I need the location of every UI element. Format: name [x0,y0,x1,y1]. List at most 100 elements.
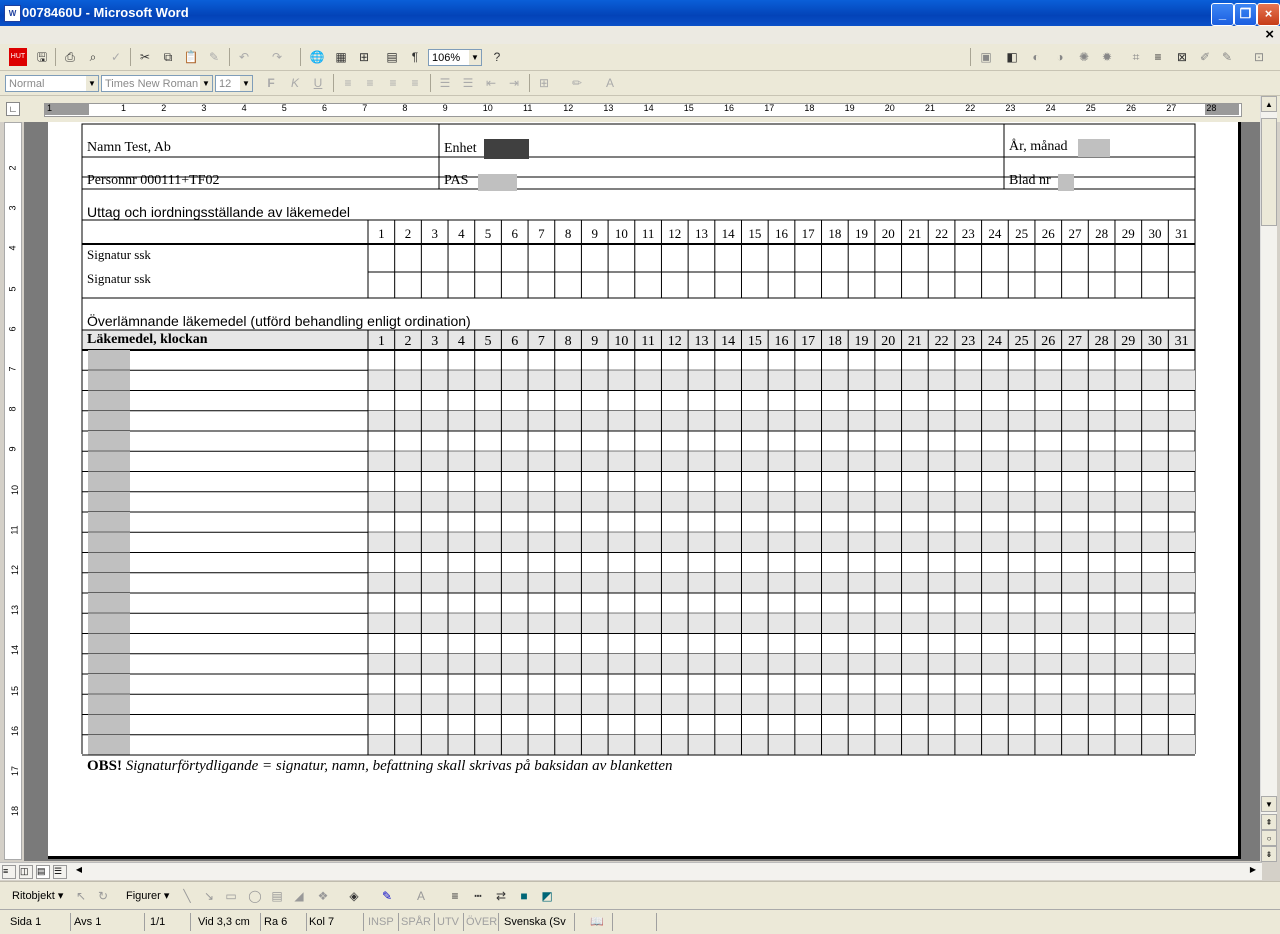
maximize-button[interactable]: ❐ [1234,3,1257,26]
pas-field[interactable] [478,174,517,191]
status-rec[interactable]: INSP [368,913,399,931]
bold-icon[interactable]: F [262,74,280,92]
previous-page-icon[interactable]: ⇞ [1261,814,1277,830]
oval-icon[interactable]: ◯ [246,887,264,905]
print-icon[interactable]: ⎙ [61,48,79,66]
chevron-down-icon[interactable]: ▼ [86,76,98,91]
status-ext[interactable]: UTV [437,913,464,931]
text-wrap-icon[interactable]: ⊡ [1250,48,1268,66]
contrast-icon[interactable]: ◐ [1027,48,1045,66]
select-browse-object-icon[interactable]: ○ [1261,830,1277,846]
reset-picture-icon[interactable]: ✎ [1218,48,1236,66]
vertical-scrollbar[interactable]: ▲ ▼ ⇞ ○ ⇟ [1260,96,1277,862]
word-doc-icon[interactable]: W [4,5,21,22]
outline-view-icon[interactable]: ☰ [53,865,67,879]
font-color-icon[interactable]: A [601,74,619,92]
less-brightness-icon[interactable]: ✹ [1098,48,1116,66]
format-picture-icon[interactable]: ⊠ [1173,48,1191,66]
increase-indent-icon[interactable]: ⇥ [505,74,523,92]
line-style-draw-icon[interactable]: ≡ [446,887,464,905]
hyperlink-icon[interactable]: 🌐 [308,48,326,66]
status-trk[interactable]: SPÅR [401,913,435,931]
help-icon[interactable]: ? [488,48,506,66]
status-language[interactable]: Svenska (Sv [504,913,575,931]
3d-icon[interactable]: ◩ [538,887,556,905]
cut-icon[interactable]: ✂ [136,48,154,66]
picture-icon[interactable]: ▣ [977,48,995,66]
normal-view-icon[interactable]: ≡ [2,865,16,879]
horizontal-ruler[interactable]: ∟ 1 1 2 3 4 5 6 7 8 9 10 11 12 13 14 15 16 17 18 19 20 21 22 23… [0,96,1280,122]
copy-icon[interactable]: ⧉ [159,48,177,66]
justify-icon[interactable]: ≡ [406,74,424,92]
arrow-icon[interactable]: ↘ [200,887,218,905]
align-right-icon[interactable]: ≡ [384,74,402,92]
line-icon[interactable]: ╲ [178,887,196,905]
underline-icon[interactable]: U [309,74,327,92]
save-icon[interactable]: 🖫 [33,48,51,66]
scroll-right-icon[interactable]: ▶ [1246,865,1260,879]
wordart-icon[interactable]: ◢ [290,887,308,905]
year-month-field[interactable] [1078,139,1110,157]
image-icon[interactable]: ◧ [1003,48,1021,66]
set-transparent-icon[interactable]: ✐ [1196,48,1214,66]
close-button[interactable]: × [1257,3,1280,26]
text-box-icon[interactable]: ▤ [268,887,286,905]
horizontal-scrollbar[interactable]: ≡ ◫ ▤ ☰ ◀ ▶ [0,862,1262,880]
paste-icon[interactable]: 📋 [182,48,200,66]
size-combo[interactable]: 12 ▼ [215,75,253,92]
next-page-icon[interactable]: ⇟ [1261,846,1277,862]
crop-icon[interactable]: ⌗ [1127,48,1145,66]
free-rotate-icon[interactable]: ↻ [94,887,112,905]
show-hide-icon[interactable]: ¶ [406,48,424,66]
chevron-down-icon[interactable]: ▼ [200,76,212,91]
chevron-down-icon[interactable]: ▼ [469,50,481,65]
insert-table-icon[interactable]: ⊞ [355,48,373,66]
document-close-icon[interactable]: × [1265,26,1274,43]
document-map-icon[interactable]: ▤ [383,48,401,66]
minimize-button[interactable]: _ [1211,3,1234,26]
numbering-icon[interactable]: ☰ [436,74,454,92]
zoom-combo[interactable]: 106% ▼ [428,49,482,66]
line-style-icon[interactable]: ≡ [1149,48,1167,66]
blad-field[interactable] [1058,174,1074,191]
hut-icon[interactable]: HUT [9,48,27,66]
center-icon[interactable]: ≡ [361,74,379,92]
line-color-icon[interactable]: ✎ [378,887,396,905]
rectangle-icon[interactable]: ▭ [222,887,240,905]
vertical-ruler[interactable]: 2 3 4 5 6 7 8 9 10 11 12 13 14 15 16 17 18 [4,122,22,860]
dash-style-icon[interactable]: ┅ [469,887,487,905]
tab-selector-icon[interactable]: ∟ [6,102,20,116]
spelling-status-icon[interactable]: 📖 [582,913,613,931]
status-ovr[interactable]: ÖVER [466,913,499,931]
scroll-up-icon[interactable]: ▲ [1261,96,1277,112]
redo-icon[interactable]: ↷ [268,48,286,66]
autoshapes-menu[interactable]: Figurer ▾ [126,889,169,902]
drawbar-font-color-icon[interactable]: A [412,887,430,905]
chevron-down-icon[interactable]: ▼ [240,76,252,91]
scroll-thumb[interactable] [1261,118,1277,226]
document-page[interactable]: 1 1 2 2 3 3 4 4 5 5 6 6 7 7 8 8 9 9 10 10 11 11 12 12 13 13 14 14 15… [48,122,1241,859]
select-objects-icon[interactable]: ↖ [72,887,90,905]
bullets-icon[interactable]: ☰ [459,74,477,92]
draw-menu[interactable]: Ritobjekt ▾ [12,889,63,902]
web-view-icon[interactable]: ◫ [19,865,33,879]
format-painter-icon[interactable]: ✎ [205,48,223,66]
align-left-icon[interactable]: ≡ [339,74,357,92]
scroll-left-icon[interactable]: ◀ [72,865,86,879]
scroll-down-icon[interactable]: ▼ [1261,796,1277,812]
clip-art-icon[interactable]: ❖ [314,887,332,905]
fill-color-icon[interactable]: ◈ [345,887,363,905]
more-brightness-icon[interactable]: ✺ [1075,48,1093,66]
italic-icon[interactable]: K [286,74,304,92]
undo-icon[interactable]: ↶ [235,48,253,66]
shadow-icon[interactable]: ■ [515,887,533,905]
tables-borders-icon[interactable]: ▦ [332,48,350,66]
print-layout-icon[interactable]: ▤ [36,865,50,879]
spelling-icon[interactable]: ✓ [107,48,125,66]
border-icon[interactable]: ⊞ [535,74,553,92]
arrow-style-icon[interactable]: ⇄ [492,887,510,905]
enhet-field[interactable] [484,139,529,159]
font-combo[interactable]: Times New Roman ▼ [101,75,213,92]
print-preview-icon[interactable]: ⌕ [84,48,102,66]
style-combo[interactable]: Normal ▼ [5,75,99,92]
